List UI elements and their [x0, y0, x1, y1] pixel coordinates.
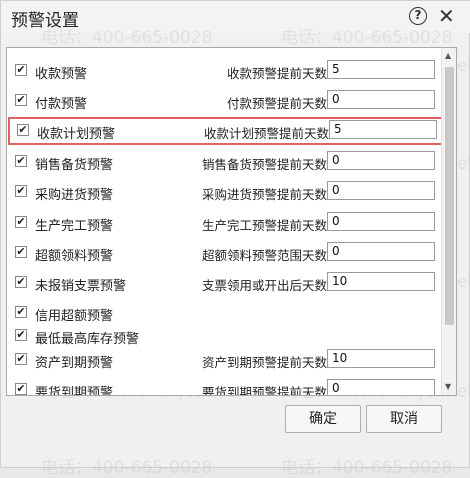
warning-list-panel: ✔ 要货到期预警 要货到期预警提前天数 0 ✔ 资产到期预警 资产到期预警提前天数 10 ✔ 最低… [6, 47, 457, 396]
warning-label: 收款预警 [35, 67, 88, 82]
warning-row: ✔ 付款预警 付款预警提前天数 0 [7, 88, 441, 114]
days-param-label: 支票领用或开出后天数 [201, 278, 327, 293]
days-input[interactable]: 0 [327, 181, 435, 200]
warning-label: 未报销支票预警 [35, 279, 127, 294]
days-param-label: 销售备货预警提前天数 [201, 157, 327, 172]
warning-row: ✔ 收款计划预警 收款计划预警提前天数 5 [8, 117, 444, 145]
warning-checkbox[interactable]: ✔ [15, 64, 27, 76]
warning-label: 要货到期预警 [35, 386, 114, 396]
watermark-text: 电话：400-665-0028 [41, 458, 213, 478]
warning-row: ✔ 生产完工预警 生产完工预警提前天数 0 [7, 210, 441, 236]
days-input[interactable]: 0 [327, 242, 435, 261]
warning-label: 最低最高库存预警 [35, 332, 140, 347]
days-param-label: 付款预警提前天数 [226, 96, 327, 111]
warning-row: ✔ 超额领料预警 超额领料预警范围天数 0 [7, 240, 441, 266]
warning-label: 收款计划预警 [37, 127, 116, 142]
days-param-label: 收款预警提前天数 [226, 66, 327, 81]
scroll-thumb[interactable] [445, 67, 454, 325]
scroll-up-icon[interactable]: ▲ [445, 51, 451, 60]
days-input[interactable]: 0 [327, 90, 435, 109]
days-input[interactable]: 5 [329, 120, 437, 139]
days-input[interactable]: 5 [327, 60, 435, 79]
vertical-scrollbar[interactable]: ▲ ▼ [441, 48, 456, 395]
warning-label: 生产完工预警 [35, 219, 114, 234]
days-input[interactable]: 10 [327, 272, 435, 291]
watermark-text: 电话：400-665-0028 [281, 458, 453, 478]
watermark-text: 电话：400-665-0028 [41, 28, 213, 48]
days-input[interactable]: 0 [327, 151, 435, 170]
days-param-label: 采购进货预警提前天数 [201, 187, 327, 202]
warning-label: 采购进货预警 [35, 188, 114, 203]
warning-row: ✔ 最低最高库存预警 [7, 323, 441, 349]
warning-label: 资产到期预警 [35, 356, 114, 371]
days-input[interactable]: 10 [327, 349, 435, 368]
watermark-text: 电话：400-665-0028 [281, 28, 453, 48]
warning-checkbox[interactable]: ✔ [15, 185, 27, 197]
warning-checkbox[interactable]: ✔ [15, 216, 27, 228]
warning-row: ✔ 资产到期预警 资产到期预警提前天数 10 [7, 347, 441, 373]
warning-checkbox[interactable]: ✔ [15, 276, 27, 288]
warning-row: ✔ 销售备货预警 销售备货预警提前天数 0 [7, 149, 441, 175]
warning-checkbox[interactable]: ✔ [15, 329, 27, 341]
warning-row: ✔ 要货到期预警 要货到期预警提前天数 0 [7, 377, 441, 396]
warning-checkbox[interactable]: ✔ [15, 155, 27, 167]
warning-checkbox[interactable]: ✔ [15, 353, 27, 365]
warning-row: ✔ 信用超额预警 [7, 300, 441, 326]
warning-settings-dialog: 预警设置 ? ✕ 电话：400-665-0028电话：400-665-0028网… [0, 0, 470, 478]
days-input[interactable]: 0 [327, 379, 435, 395]
days-param-label: 收款计划预警提前天数 [203, 126, 329, 141]
warning-label: 销售备货预警 [35, 158, 114, 173]
warning-label: 信用超额预警 [35, 309, 114, 324]
ok-button[interactable]: 确定 [285, 405, 361, 433]
scroll-down-icon[interactable]: ▼ [445, 382, 451, 391]
warning-row: ✔ 收款预警 收款预警提前天数 5 [7, 58, 441, 84]
days-param-label: 生产完工预警提前天数 [201, 218, 327, 233]
warning-checkbox[interactable]: ✔ [15, 383, 27, 395]
warning-label: 超额领料预警 [35, 249, 114, 264]
days-input[interactable]: 0 [327, 212, 435, 231]
days-param-label: 超额领料预警范围天数 [201, 248, 327, 263]
warning-label: 付款预警 [35, 97, 88, 112]
days-param-label: 资产到期预警提前天数 [201, 355, 327, 370]
warning-checkbox[interactable]: ✔ [15, 246, 27, 258]
warning-checkbox[interactable]: ✔ [15, 94, 27, 106]
warning-row: ✔ 未报销支票预警 支票领用或开出后天数 10 [7, 270, 441, 296]
warning-row: ✔ 采购进货预警 采购进货预警提前天数 0 [7, 179, 441, 205]
cancel-button[interactable]: 取消 [366, 405, 442, 433]
warning-checkbox[interactable]: ✔ [15, 306, 27, 318]
warning-checkbox[interactable]: ✔ [17, 124, 29, 136]
days-param-label: 要货到期预警提前天数 [201, 385, 327, 396]
